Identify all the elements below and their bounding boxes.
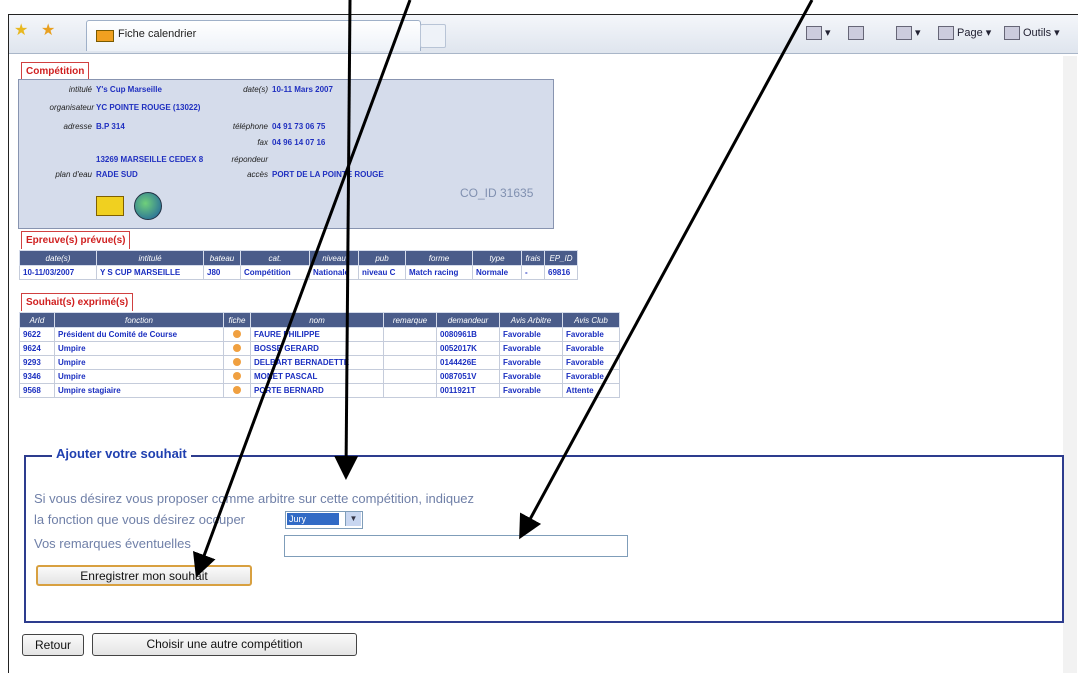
arrow-to-save bbox=[193, 0, 412, 578]
arrow-to-intro bbox=[334, 0, 359, 480]
arrow-to-remarks bbox=[519, 0, 814, 540]
annotation-arrows bbox=[193, 0, 814, 578]
